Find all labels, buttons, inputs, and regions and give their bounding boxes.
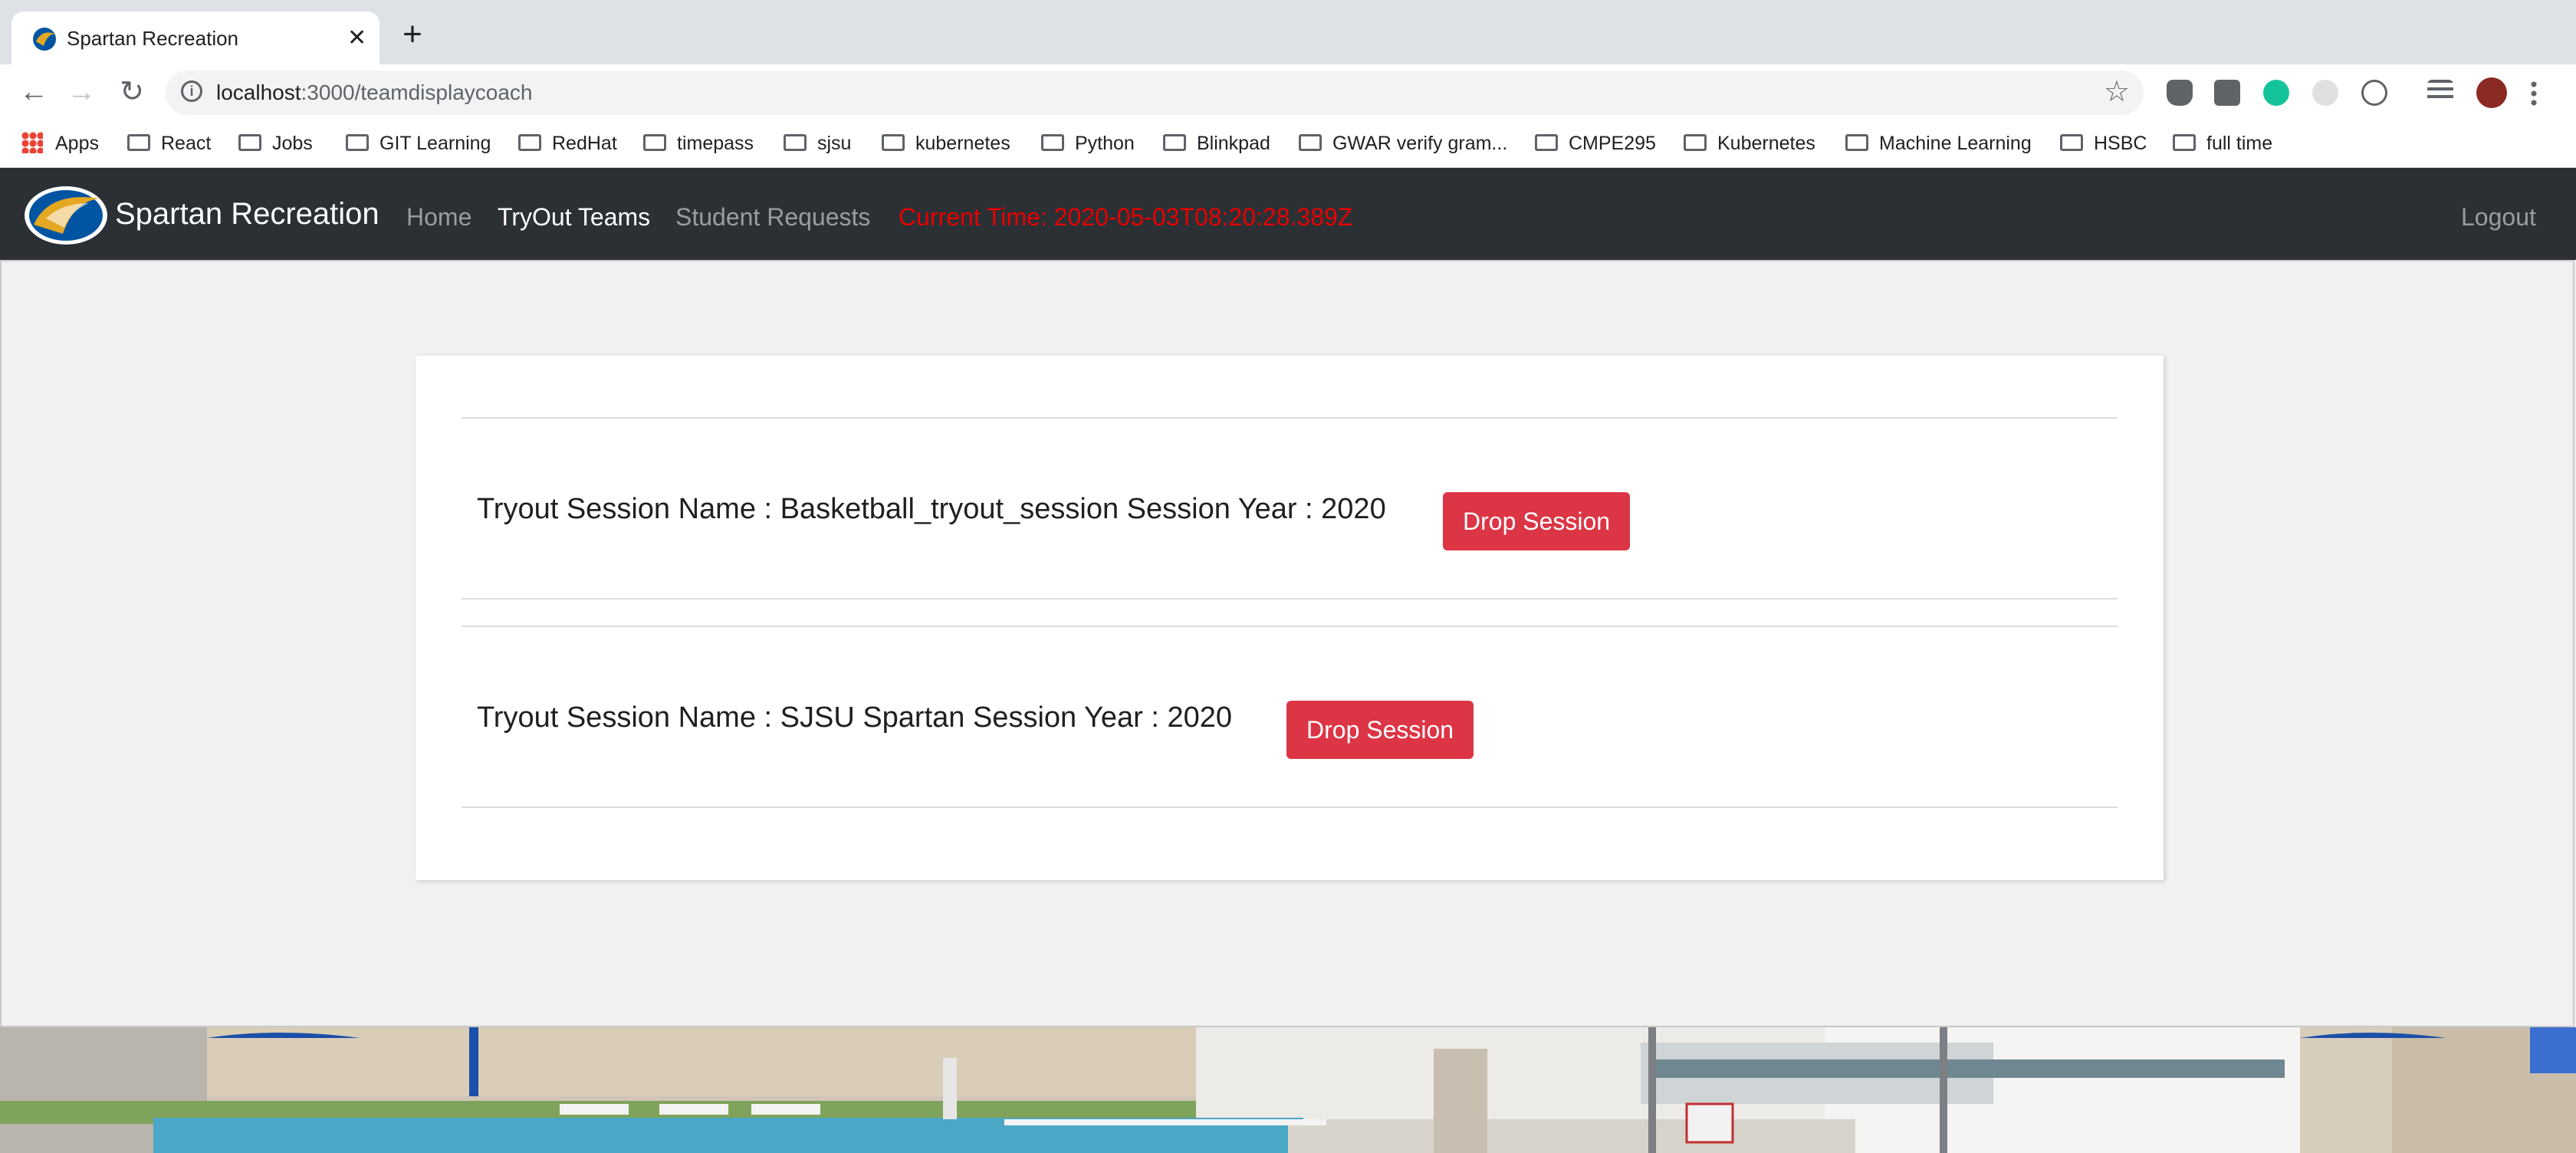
bookmark-label: HSBC (2094, 133, 2147, 154)
folder-icon (784, 134, 807, 152)
profile-avatar[interactable] (2476, 77, 2507, 108)
shield-extension-icon[interactable] (2167, 80, 2193, 106)
bookmark-folder-blinkpad[interactable]: Blinkpad (1163, 130, 1270, 156)
bookmark-folder-kubernetes[interactable]: kubernetes (882, 130, 1010, 156)
bookmark-folder-react[interactable]: React (127, 130, 211, 156)
bookmark-label: Apps (55, 133, 99, 154)
folder-icon (1041, 134, 1064, 152)
facebook-extension-icon[interactable] (2214, 80, 2240, 106)
browser-tab[interactable]: Spartan Recreation ✕ (12, 11, 380, 64)
bookmarks-bar: Apps React Jobs GIT Learning RedHat time… (0, 120, 2576, 168)
bookmark-label: Python (1075, 133, 1135, 154)
drop-session-button[interactable]: Drop Session (1286, 701, 1474, 759)
bookmark-folder-jobs[interactable]: Jobs (238, 130, 313, 156)
bookmark-label: RedHat (552, 133, 617, 154)
apps-grid-icon (21, 132, 43, 154)
bookmark-folder-python[interactable]: Python (1041, 130, 1135, 156)
bookmark-folder-cmpe295[interactable]: CMPE295 (1535, 130, 1656, 156)
bookmark-label: GIT Learning (380, 133, 491, 154)
bookmark-folder-gwar[interactable]: GWAR verify gram... (1299, 130, 1507, 156)
bookmark-label: Jobs (272, 133, 313, 154)
folder-icon (643, 134, 666, 152)
nav-home[interactable]: Home (406, 202, 472, 232)
session-row: Tryout Session Name : SJSU Spartan Sessi… (462, 626, 2118, 808)
session-row: Tryout Session Name : Basketball_tryout_… (462, 417, 2118, 599)
tab-title: Spartan Recreation (67, 27, 239, 50)
session-label: Tryout Session Name : Basketball_tryout_… (477, 493, 1386, 525)
site-info-icon[interactable]: i (181, 80, 202, 102)
tab-close-icon[interactable]: ✕ (347, 27, 366, 50)
bookmark-label: Machine Learning (1879, 133, 2032, 154)
link-extension-icon[interactable] (2361, 80, 2387, 106)
address-bar[interactable]: i localhost:3000/teamdisplaycoach ☆ (166, 71, 2144, 115)
forward-icon[interactable]: → (64, 75, 98, 109)
folder-icon (238, 134, 261, 152)
bookmark-folder-redhat[interactable]: RedHat (518, 130, 617, 156)
bookmark-label: kubernetes (915, 133, 1010, 154)
nav-logout[interactable]: Logout (2461, 202, 2536, 232)
bookmark-label: React (161, 133, 212, 154)
app-navbar: Spartan Recreation Home TryOut Teams Stu… (0, 168, 2576, 260)
bookmark-label: timepass (677, 133, 754, 154)
bookmark-label: CMPE295 (1569, 133, 1656, 154)
back-icon[interactable]: ← (17, 75, 51, 109)
timer-extension-icon[interactable] (2312, 80, 2338, 106)
bookmark-label: GWAR verify gram... (1332, 133, 1508, 154)
background-photo (0, 1027, 2576, 1153)
bookmark-folder-git-learning[interactable]: GIT Learning (346, 130, 491, 156)
folder-icon (346, 134, 369, 152)
bookmark-folder-machine-learning[interactable]: Machine Learning (1845, 130, 2032, 156)
bookmark-folder-hsbc[interactable]: HSBC (2060, 130, 2147, 156)
folder-icon (1299, 134, 1322, 152)
spartan-favicon-icon (33, 28, 56, 51)
bookmark-star-icon[interactable]: ☆ (2104, 77, 2130, 107)
bookmark-folder-sjsu[interactable]: sjsu (784, 130, 851, 156)
drop-session-button[interactable]: Drop Session (1443, 492, 1631, 550)
folder-icon (882, 134, 905, 152)
session-label: Tryout Session Name : SJSU Spartan Sessi… (477, 701, 1233, 734)
nav-tryout-teams[interactable]: TryOut Teams (498, 202, 650, 232)
brand-title[interactable]: Spartan Recreation (115, 195, 380, 232)
folder-icon (2173, 134, 2196, 152)
folder-icon (1684, 134, 1707, 152)
nav-student-requests[interactable]: Student Requests (675, 202, 870, 232)
main-content: Tryout Session Name : Basketball_tryout_… (0, 260, 2574, 1027)
url-path: :3000/teamdisplaycoach (301, 80, 533, 104)
bookmark-label: full time (2206, 133, 2273, 154)
folder-icon (1163, 134, 1186, 152)
reload-icon[interactable]: ↻ (115, 75, 149, 109)
sessions-card: Tryout Session Name : Basketball_tryout_… (416, 356, 2164, 880)
current-time: Current Time: 2020-05-03T08:20:28.389Z (899, 203, 1353, 231)
bookmark-folder-kubernetes-2[interactable]: Kubernetes (1684, 130, 1815, 156)
bookmark-label: Kubernetes (1717, 133, 1815, 154)
folder-icon (1845, 134, 1868, 152)
new-tab-button[interactable]: + (397, 18, 428, 51)
grammarly-extension-icon[interactable] (2263, 80, 2289, 106)
bookmark-folder-timepass[interactable]: timepass (643, 130, 754, 156)
bookmark-label: sjsu (817, 133, 852, 154)
folder-icon (2060, 134, 2083, 152)
browser-tab-strip: Spartan Recreation ✕ + (0, 0, 2576, 64)
folder-icon (518, 134, 541, 152)
folder-icon (1535, 134, 1558, 152)
bookmark-apps[interactable]: Apps (21, 130, 99, 156)
browser-menu-icon[interactable] (2530, 80, 2538, 106)
folder-icon (127, 134, 150, 152)
bookmark-folder-full-time[interactable]: full time (2173, 130, 2272, 156)
url-host: localhost (216, 80, 301, 104)
bookmark-label: Blinkpad (1197, 133, 1270, 154)
url-text[interactable]: localhost:3000/teamdisplaycoach (216, 80, 533, 105)
media-control-icon[interactable] (2427, 80, 2453, 106)
spartan-logo-icon[interactable] (23, 185, 109, 246)
